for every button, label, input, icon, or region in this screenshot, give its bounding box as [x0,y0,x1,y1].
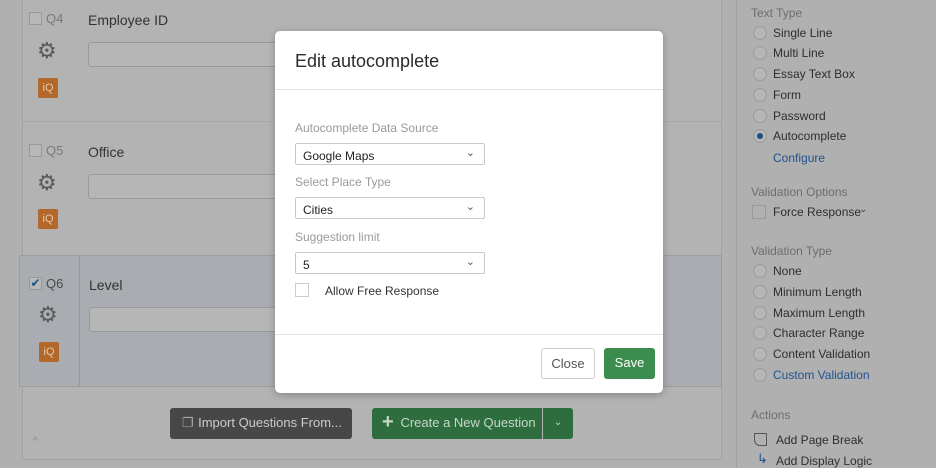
allow-free-response-label: Allow Free Response [325,284,440,298]
text-entry-field[interactable] [88,174,288,199]
question-title: Level [89,277,123,293]
import-questions-button[interactable]: ❐ Import Questions From... [170,408,352,439]
chevron-down-icon: ⌄ [465,147,475,159]
page-break-icon [754,433,767,446]
question-number: Q4 [46,11,64,26]
chevron-down-icon: ⌄ [465,256,475,268]
copy-icon: ❐ [182,415,194,430]
import-label: Import Questions From... [198,415,342,430]
save-button[interactable]: Save [604,348,655,379]
question-checkbox-checked[interactable]: ✔ [29,277,42,290]
text-entry-field[interactable] [89,307,289,332]
sidebar: Text Type Single Line Multi Line Essay T… [736,0,936,468]
question-number: Q5 [46,143,64,158]
validation-options-heading: Validation Options [751,185,848,199]
suggestion-limit-select[interactable]: 5 ⌄ [295,252,485,274]
question-checkbox[interactable] [29,12,42,25]
actions-heading: Actions [751,408,791,422]
data-source-select[interactable]: Google Maps ⌄ [295,143,485,165]
chevron-down-icon: ⌄ [465,201,475,213]
validation-type-heading: Validation Type [751,244,832,258]
place-type-label: Select Place Type [295,175,391,189]
question-title: Employee ID [88,12,169,28]
display-logic-icon: ↳ [757,451,768,466]
plus-icon: + [382,411,394,433]
data-source-label: Autocomplete Data Source [295,121,439,135]
edit-autocomplete-dialog: Edit autocomplete Autocomplete Data Sour… [275,31,663,393]
suggestion-limit-label: Suggestion limit [295,230,380,244]
close-button[interactable]: Close [541,348,595,379]
iq-icon[interactable]: iQ [38,78,58,98]
dialog-title: Edit autocomplete [295,51,440,71]
iq-icon[interactable]: iQ [38,209,58,229]
create-question-dropdown[interactable]: ⌄ [543,408,573,439]
collapse-icon[interactable]: ^ [33,436,38,447]
chevron-down-icon[interactable]: ⌄ [859,204,867,215]
gear-icon[interactable]: ⚙ [38,304,58,326]
place-type-select[interactable]: Cities ⌄ [295,197,485,219]
select-value: Google Maps [303,149,375,163]
text-type-heading: Text Type [751,6,803,20]
gear-icon[interactable]: ⚙ [37,40,57,62]
gear-icon[interactable]: ⚙ [37,172,57,194]
iq-icon[interactable]: iQ [39,342,59,362]
chevron-down-icon: ⌄ [553,417,563,428]
question-number: Q6 [46,276,64,291]
configure-link[interactable]: Configure [773,151,825,165]
question-checkbox[interactable] [29,144,42,157]
create-question-button[interactable]: + Create a New Question [372,408,542,439]
create-label: Create a New Question [400,415,536,430]
select-value: Cities [303,203,334,217]
question-title: Office [88,144,125,160]
text-entry-field[interactable] [88,42,288,67]
select-value: 5 [303,258,310,272]
